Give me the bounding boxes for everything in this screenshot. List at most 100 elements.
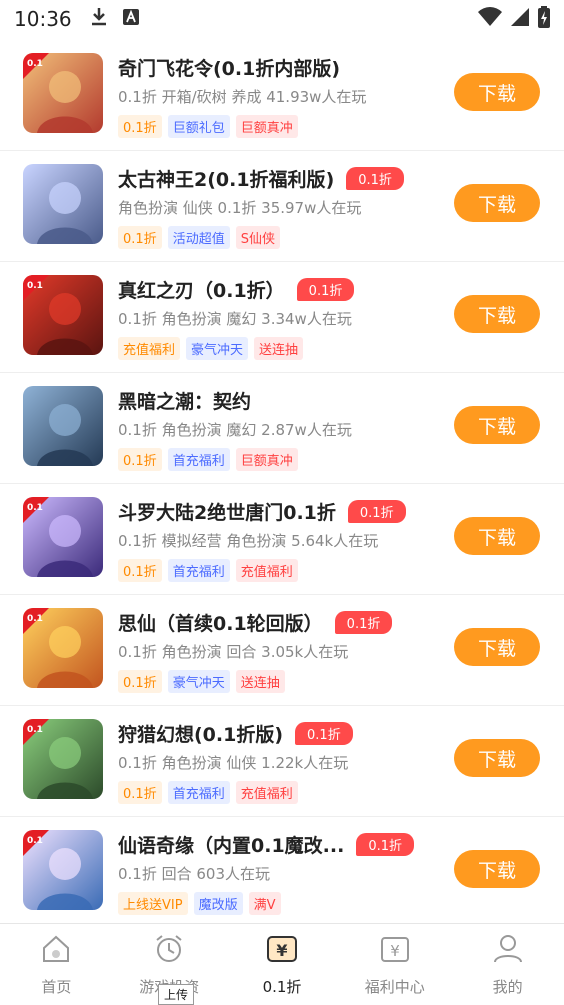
svg-text:¥: ¥ bbox=[390, 942, 400, 960]
game-tag: 送连抽 bbox=[235, 670, 285, 693]
tab-home[interactable]: 首页 bbox=[0, 924, 113, 1004]
download-button[interactable]: 下载 bbox=[454, 406, 540, 444]
game-icon bbox=[23, 164, 103, 244]
discount-badge: 0.1折 bbox=[334, 610, 393, 634]
game-tag: 豪气冲天 bbox=[167, 670, 230, 693]
game-tags: 0.1折 首充福利 巨额真冲 bbox=[118, 448, 434, 471]
bottom-tab-bar: 首页 游戏投资 ¥ 0.1折 ¥ 福利中心 我的 bbox=[0, 923, 564, 1004]
game-tag: 0.1折 bbox=[118, 670, 162, 693]
discount-badge: 0.1折 bbox=[356, 832, 414, 856]
game-meta: 0.1折 开箱/砍树 养成 41.93w人在玩 bbox=[118, 88, 367, 106]
game-tag: 充值福利 bbox=[235, 559, 298, 582]
game-tag: 首充福利 bbox=[167, 559, 230, 582]
game-title[interactable]: 狩猎幻想(0.1折版) bbox=[118, 720, 283, 747]
tab-welfare[interactable]: ¥ 福利中心 bbox=[338, 924, 451, 1004]
signal-icon bbox=[510, 7, 530, 32]
game-list: 0.1 奇门飞花令(0.1折内部版) 0.1折 开箱/砍树 养成 41.93w人… bbox=[0, 40, 564, 928]
alarm-clock-icon bbox=[152, 932, 186, 970]
game-tags: 0.1折 首充福利 充值福利 bbox=[118, 559, 434, 582]
svg-text:0.1: 0.1 bbox=[27, 836, 43, 846]
game-title[interactable]: 斗罗大陆2绝世唐门0.1折 bbox=[118, 498, 336, 525]
svg-text:¥: ¥ bbox=[276, 941, 287, 960]
battery-icon bbox=[538, 5, 550, 33]
game-icon: 0.1 bbox=[23, 830, 103, 910]
game-tags: 上线送VIP 魔改版 满V bbox=[118, 892, 434, 915]
discount-badge: 0.1折 bbox=[347, 499, 406, 523]
game-list-item[interactable]: 0.1 仙语奇缘（内置0.1魔改... 0.1折 0.1折 回合 603人在玩 … bbox=[0, 817, 564, 928]
game-tag: 首充福利 bbox=[167, 448, 230, 471]
user-icon bbox=[491, 932, 525, 970]
game-tag: 豪气冲天 bbox=[186, 337, 249, 360]
tab-label: 我的 bbox=[492, 978, 523, 996]
game-tag: 首充福利 bbox=[167, 781, 230, 804]
svg-text:0.1: 0.1 bbox=[27, 281, 43, 291]
game-title[interactable]: 仙语奇缘（内置0.1魔改... bbox=[118, 831, 344, 858]
game-tag: 满V bbox=[248, 892, 281, 915]
home-icon bbox=[39, 932, 73, 970]
download-button[interactable]: 下载 bbox=[454, 73, 540, 111]
game-tag: S仙侠 bbox=[235, 226, 280, 249]
game-tag: 上线送VIP bbox=[118, 892, 188, 915]
game-icon: 0.1 bbox=[23, 275, 103, 355]
game-list-item[interactable]: 0.1 思仙（首续0.1轮回版） 0.1折 0.1折 角色扮演 回合 3.05k… bbox=[0, 595, 564, 706]
game-tags: 0.1折 首充福利 充值福利 bbox=[118, 781, 434, 804]
game-tag: 0.1折 bbox=[118, 781, 162, 804]
game-list-item[interactable]: 黑暗之潮：契约 0.1折 角色扮演 魔幻 2.87w人在玩 0.1折 首充福利 巨额… bbox=[0, 373, 564, 484]
game-tag: 充值福利 bbox=[118, 337, 181, 360]
game-tag: 巨额礼包 bbox=[167, 115, 230, 138]
game-title[interactable]: 黑暗之潮：契约 bbox=[118, 387, 251, 414]
game-title[interactable]: 太古神王2(0.1折福利版) bbox=[118, 165, 334, 192]
tab-discount[interactable]: ¥ 0.1折 bbox=[226, 924, 339, 1004]
game-tag: 0.1折 bbox=[118, 226, 162, 249]
font-icon bbox=[122, 7, 140, 31]
download-button[interactable]: 下载 bbox=[454, 739, 540, 777]
game-list-item[interactable]: 0.1 奇门飞花令(0.1折内部版) 0.1折 开箱/砍树 养成 41.93w人… bbox=[0, 40, 564, 151]
tab-label: 首页 bbox=[41, 978, 72, 996]
game-tags: 0.1折 豪气冲天 送连抽 bbox=[118, 670, 434, 693]
game-tag: 送连抽 bbox=[254, 337, 304, 360]
game-tag: 巨额真冲 bbox=[235, 115, 298, 138]
game-meta: 0.1折 角色扮演 仙侠 1.22k人在玩 bbox=[118, 754, 349, 772]
discount-badge: 0.1折 bbox=[346, 166, 404, 190]
game-meta: 0.1折 角色扮演 魔幻 3.34w人在玩 bbox=[118, 310, 352, 328]
game-title[interactable]: 奇门飞花令(0.1折内部版) bbox=[118, 54, 340, 81]
download-button[interactable]: 下载 bbox=[454, 517, 540, 555]
game-tag: 活动超值 bbox=[167, 226, 230, 249]
download-button[interactable]: 下载 bbox=[454, 295, 540, 333]
game-meta: 0.1折 回合 603人在玩 bbox=[118, 865, 271, 883]
game-meta: 0.1折 角色扮演 魔幻 2.87w人在玩 bbox=[118, 421, 352, 439]
discount-badge: 0.1折 bbox=[295, 721, 353, 745]
wifi-icon bbox=[478, 6, 502, 32]
game-tag: 魔改版 bbox=[193, 892, 243, 915]
download-button[interactable]: 下载 bbox=[454, 628, 540, 666]
game-icon: 0.1 bbox=[23, 608, 103, 688]
game-list-item[interactable]: 0.1 真红之刃（0.1折） 0.1折 0.1折 角色扮演 魔幻 3.34w人在… bbox=[0, 262, 564, 373]
download-button[interactable]: 下载 bbox=[454, 850, 540, 888]
game-icon: 0.1 bbox=[23, 719, 103, 799]
game-icon: 0.1 bbox=[23, 53, 103, 133]
tab-label: 福利中心 bbox=[364, 978, 425, 996]
svg-text:0.1: 0.1 bbox=[27, 503, 43, 513]
game-meta: 角色扮演 仙侠 0.1折 35.97w人在玩 bbox=[118, 199, 362, 217]
game-list-item[interactable]: 0.1 狩猎幻想(0.1折版) 0.1折 0.1折 角色扮演 仙侠 1.22k人… bbox=[0, 706, 564, 817]
yuan-coupon-icon: ¥ bbox=[265, 932, 299, 970]
game-meta: 0.1折 角色扮演 回合 3.05k人在玩 bbox=[118, 643, 349, 661]
download-icon bbox=[90, 7, 108, 32]
game-tag: 0.1折 bbox=[118, 448, 162, 471]
discount-badge: 0.1折 bbox=[296, 277, 355, 301]
game-icon bbox=[23, 386, 103, 466]
status-time: 10:36 bbox=[14, 7, 72, 31]
tab-profile[interactable]: 我的 bbox=[451, 924, 564, 1004]
svg-text:0.1: 0.1 bbox=[27, 725, 43, 735]
game-meta: 0.1折 模拟经营 角色扮演 5.64k人在玩 bbox=[118, 532, 379, 550]
game-tag: 充值福利 bbox=[235, 781, 298, 804]
game-list-item[interactable]: 太古神王2(0.1折福利版) 0.1折 角色扮演 仙侠 0.1折 35.97w人… bbox=[0, 151, 564, 262]
game-list-item[interactable]: 0.1 斗罗大陆2绝世唐门0.1折 0.1折 0.1折 模拟经营 角色扮演 5.… bbox=[0, 484, 564, 595]
download-button[interactable]: 下载 bbox=[454, 184, 540, 222]
game-tag: 0.1折 bbox=[118, 115, 162, 138]
svg-text:0.1: 0.1 bbox=[27, 614, 43, 624]
game-tags: 充值福利 豪气冲天 送连抽 bbox=[118, 337, 434, 360]
game-title[interactable]: 真红之刃（0.1折） bbox=[118, 276, 285, 303]
game-title[interactable]: 思仙（首续0.1轮回版） bbox=[118, 609, 323, 636]
game-tag: 巨额真冲 bbox=[235, 448, 298, 471]
